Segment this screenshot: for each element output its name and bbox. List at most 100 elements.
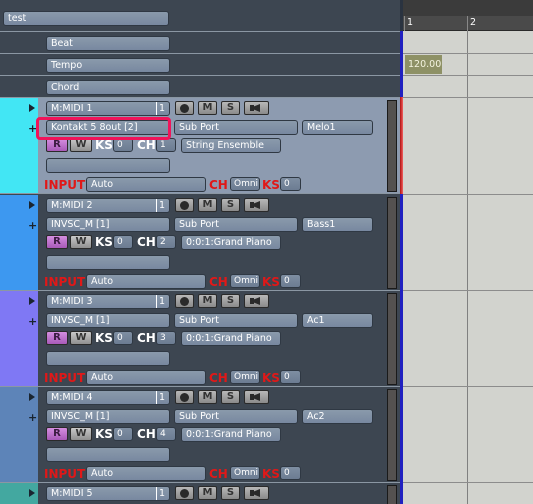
channel-field[interactable]: 4 [156,427,176,441]
solo-button[interactable]: S [221,198,240,212]
sub-port-field[interactable]: Sub Port [174,217,298,232]
channel-field[interactable]: 2 [156,235,176,249]
sub-port-field[interactable]: Sub Port [174,313,298,328]
monitor-speaker-button[interactable] [244,390,269,404]
track-label-field[interactable]: Ac2 [302,409,373,424]
record-arm-button[interactable] [175,198,194,212]
input-keyswitch-field[interactable]: 0 [280,466,301,480]
add-plus-icon[interactable]: + [28,220,37,231]
empty-field[interactable] [46,447,170,462]
expand-arrow-icon[interactable] [29,489,35,497]
instrument-field[interactable]: 0:0:1:Grand Piano [181,331,281,346]
tempo-event[interactable]: 120.00 [405,55,442,74]
input-channel-field[interactable]: Omni [230,177,260,191]
track-2[interactable]: M:MIDI 2 1 M S + INVSC_M [1] Sub Port Bass1 R W KS… [0,195,400,291]
read-automation-button[interactable]: R [46,138,68,152]
write-automation-button[interactable]: W [70,331,92,345]
input-source-field[interactable]: Auto [86,466,206,481]
read-automation-button[interactable]: R [46,331,68,345]
solo-button[interactable]: S [221,294,240,308]
monitor-speaker-button[interactable] [244,294,269,308]
instrument-field[interactable]: String Ensemble [181,138,281,153]
input-keyswitch-field[interactable]: 0 [280,370,301,384]
input-keyswitch-field[interactable]: 0 [280,274,301,288]
track-color-strip[interactable] [0,387,38,483]
record-arm-button[interactable] [175,294,194,308]
track-height-handle[interactable] [387,293,397,385]
expand-arrow-icon[interactable] [29,393,35,401]
track-name-field[interactable]: M:MIDI 1 1 [46,101,170,116]
track-height-handle[interactable] [387,389,397,481]
monitor-speaker-button[interactable] [244,486,269,500]
track-3[interactable]: M:MIDI 3 1 M S + INVSC_M [1] Sub Port Ac1 R W KS 0 C… [0,291,400,387]
monitor-speaker-button[interactable] [244,101,269,115]
solo-button[interactable]: S [221,101,240,115]
write-automation-button[interactable]: W [70,427,92,441]
track-4[interactable]: M:MIDI 4 1 M S + INVSC_M [1] Sub Port Ac2 R W KS 0 C… [0,387,400,483]
output-port-field[interactable]: INVSC_M [1] [46,313,170,328]
write-automation-button[interactable]: W [70,235,92,249]
track-5[interactable]: M:MIDI 5 1 MS [0,483,400,504]
folder-name-field[interactable]: test [3,11,169,26]
mute-button[interactable]: M [198,101,217,115]
sub-port-field[interactable]: Sub Port [174,120,298,135]
mute-button[interactable]: M [198,198,217,212]
record-arm-button[interactable] [175,101,194,115]
input-source-field[interactable]: Auto [86,274,206,289]
instrument-field[interactable]: 0:0:1:Grand Piano [181,427,281,442]
add-plus-icon[interactable]: + [28,316,37,327]
sub-port-field[interactable]: Sub Port [174,409,298,424]
beat-track-field[interactable]: Beat [46,36,170,51]
track-label-field[interactable]: Ac1 [302,313,373,328]
track-color-strip[interactable] [0,291,38,387]
mute-button[interactable]: M [198,294,217,308]
input-channel-field[interactable]: Omni [230,466,260,480]
channel-field[interactable]: 1 [156,138,176,152]
mute-button[interactable]: M [198,390,217,404]
input-channel-field[interactable]: Omni [230,274,260,288]
monitor-speaker-button[interactable] [244,198,269,212]
channel-field[interactable]: 3 [156,331,176,345]
instrument-field[interactable]: 0:0:1:Grand Piano [181,235,281,250]
input-channel-field[interactable]: Omni [230,370,260,384]
record-arm-button[interactable] [175,390,194,404]
expand-arrow-icon[interactable] [29,297,35,305]
input-source-field[interactable]: Auto [86,370,206,385]
expand-arrow-icon[interactable] [29,201,35,209]
input-keyswitch-field[interactable]: 0 [280,177,301,191]
solo-button[interactable]: S [221,390,240,404]
input-source-field[interactable]: Auto [86,177,206,192]
track-color-strip[interactable] [0,98,38,194]
track-color-strip[interactable] [0,195,38,291]
keyswitch-field[interactable]: 0 [113,427,133,441]
keyswitch-field[interactable]: 0 [113,331,133,345]
output-port-field[interactable]: INVSC_M [1] [46,217,170,232]
timeline-ruler[interactable]: 1 2 [400,16,533,31]
keyswitch-field[interactable]: 0 [113,235,133,249]
empty-field[interactable] [46,158,170,173]
chord-track-field[interactable]: Chord [46,80,170,95]
track-height-handle[interactable] [387,100,397,192]
track-name-field[interactable]: M:MIDI 4 1 [46,390,170,405]
track-label-field[interactable]: Bass1 [302,217,373,232]
track-name-field[interactable]: M:MIDI 5 1 [46,486,170,501]
track-name-field[interactable]: M:MIDI 3 1 [46,294,170,309]
expand-arrow-icon[interactable] [29,104,35,112]
read-automation-button[interactable]: R [46,235,68,249]
record-arm-button[interactable] [175,486,194,500]
solo-button[interactable]: S [221,486,240,500]
keyswitch-field[interactable]: 0 [113,138,133,152]
write-automation-button[interactable]: W [70,138,92,152]
add-plus-icon[interactable]: + [28,412,37,423]
tempo-track-field[interactable]: Tempo [46,58,170,73]
mute-button[interactable]: M [198,486,217,500]
empty-field[interactable] [46,351,170,366]
track-height-handle[interactable] [387,197,397,289]
empty-field[interactable] [46,255,170,270]
track-1[interactable]: M:MIDI 1 1 M S + Kontakt 5 8out [2] Sub Port Me… [0,98,400,194]
output-port-field[interactable]: INVSC_M [1] [46,409,170,424]
read-automation-button[interactable]: R [46,427,68,441]
track-label-field[interactable]: Melo1 [302,120,373,135]
track-name-field[interactable]: M:MIDI 2 1 [46,198,170,213]
track-height-handle[interactable] [387,485,397,504]
